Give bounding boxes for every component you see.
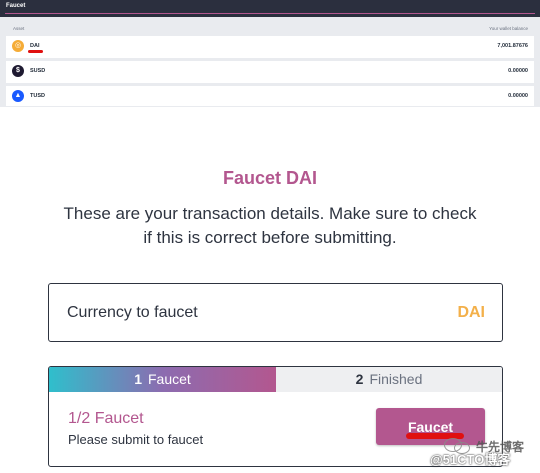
top-bar: Faucet <box>0 0 540 17</box>
step-faucet: 1 Faucet <box>49 367 276 392</box>
asset-symbol: SUSD <box>30 68 46 74</box>
asset-column-header: Asset <box>13 26 25 31</box>
step-label: Finished <box>369 371 423 387</box>
asset-balance: 0.00000 <box>508 68 528 74</box>
tusd-coin-icon: ▲ <box>12 90 24 102</box>
currency-value: DAI <box>457 304 485 321</box>
asset-symbol: DAI <box>30 43 40 49</box>
step-number: 2 <box>355 371 364 387</box>
asset-symbol: TUSD <box>30 93 45 99</box>
asset-row-dai[interactable]: ◎ DAI 7,001.87676 <box>6 36 534 58</box>
progress-title: 1/2 Faucet <box>68 410 144 427</box>
asset-list-panel: Asset Your wallet balance ◎ DAI 7,001.87… <box>0 17 540 107</box>
watermark-line2: @51CTO博客 <box>430 452 511 467</box>
modal-description: These are your transaction details. Make… <box>63 204 477 247</box>
steps-bar: 1 Faucet 2 Finished <box>49 367 502 392</box>
asset-balance: 0.00000 <box>508 93 528 99</box>
susd-coin-icon: $ <box>12 65 24 77</box>
step-label: Faucet <box>147 371 191 387</box>
currency-details-box: Currency to faucet DAI <box>48 283 503 342</box>
red-highlight-mark <box>28 50 43 53</box>
title-underline <box>5 13 535 14</box>
dai-coin-icon: ◎ <box>12 40 24 52</box>
asset-row-tusd[interactable]: ▲ TUSD 0.00000 <box>6 86 534 106</box>
watermark: 牛先博客 @51CTO博客 <box>430 436 536 467</box>
page-title: Faucet <box>6 3 26 9</box>
modal-title: Faucet DAI <box>222 168 318 188</box>
asset-balance: 7,001.87676 <box>497 43 528 49</box>
currency-label: Currency to faucet <box>67 304 198 321</box>
progress-subtitle: Please submit to faucet <box>68 432 204 447</box>
step-finished: 2 Finished <box>276 367 502 392</box>
asset-row-susd[interactable]: $ SUSD 0.00000 <box>6 61 534 83</box>
step-number: 1 <box>134 371 142 387</box>
balance-column-header: Your wallet balance <box>489 26 528 31</box>
